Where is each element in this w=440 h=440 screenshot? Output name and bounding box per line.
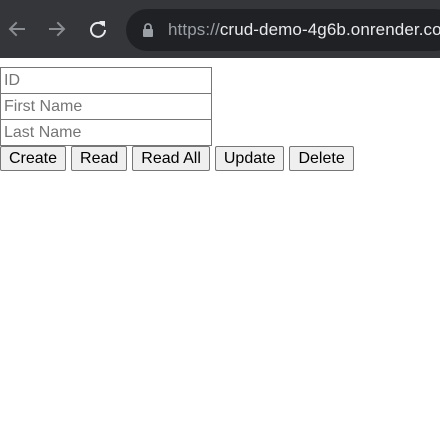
back-arrow-icon[interactable] xyxy=(5,17,29,41)
create-button[interactable]: Create xyxy=(0,146,67,171)
delete-button[interactable]: Delete xyxy=(289,146,354,171)
first-name-input[interactable] xyxy=(0,93,212,120)
id-input[interactable] xyxy=(0,67,212,94)
page-content: Create Read Read All Update Delete xyxy=(0,58,440,171)
url-text[interactable]: https://crud-demo-4g6b.onrender.com xyxy=(168,20,440,40)
lock-icon[interactable] xyxy=(142,23,154,37)
last-name-input[interactable] xyxy=(0,119,212,146)
url-scheme: https:// xyxy=(168,20,220,39)
read-all-button[interactable]: Read All xyxy=(132,146,210,171)
action-buttons: Create Read Read All Update Delete xyxy=(0,146,440,171)
forward-arrow-icon[interactable] xyxy=(45,17,69,41)
url-host: crud-demo-4g6b.onrender.com xyxy=(219,20,440,39)
read-button[interactable]: Read xyxy=(71,146,128,171)
update-button[interactable]: Update xyxy=(214,146,285,171)
reload-icon[interactable] xyxy=(86,17,110,41)
address-bar[interactable]: https://crud-demo-4g6b.onrender.com xyxy=(126,9,440,51)
browser-toolbar: https://crud-demo-4g6b.onrender.com xyxy=(0,0,440,58)
